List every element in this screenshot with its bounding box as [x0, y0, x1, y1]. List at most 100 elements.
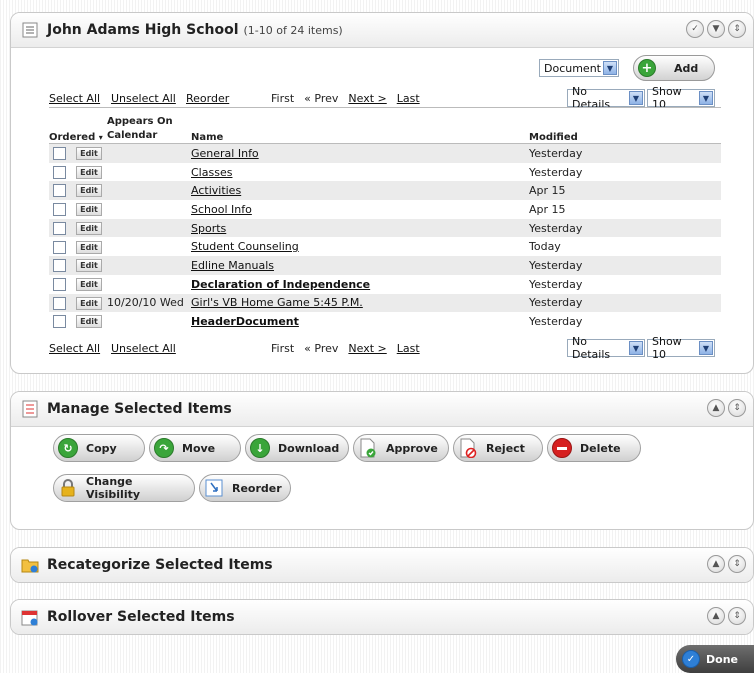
row-calendar: [107, 181, 191, 201]
edit-button[interactable]: Edit: [76, 277, 102, 291]
check-icon[interactable]: ✓: [686, 20, 704, 38]
row-calendar: [107, 163, 191, 182]
calendar-icon: [21, 608, 39, 626]
details-select-bottom[interactable]: No Details ▼: [567, 335, 645, 361]
table-row: Edit Sports Yesterday: [49, 218, 721, 238]
details-select[interactable]: No Details ▼: [567, 85, 645, 111]
edit-button[interactable]: Edit: [76, 147, 102, 161]
next-link-bottom[interactable]: Next >: [348, 342, 386, 355]
edit-button[interactable]: Edit: [76, 259, 102, 273]
item-link[interactable]: Girl's VB Home Game 5:45 P.M.: [191, 296, 363, 309]
copy-button[interactable]: ↻ Copy: [53, 434, 145, 462]
unselect-all-link-bottom[interactable]: Unselect All: [111, 342, 176, 355]
first-link[interactable]: First: [271, 92, 294, 105]
row-checkbox[interactable]: [53, 240, 66, 254]
manage-panel-header: Manage Selected Items ▲ ⇕: [11, 392, 753, 427]
delete-button[interactable]: Delete: [547, 434, 641, 462]
item-link[interactable]: Edline Manuals: [191, 259, 274, 272]
edit-button[interactable]: Edit: [76, 221, 102, 235]
arrow-up-icon[interactable]: ▲: [707, 607, 725, 625]
next-link[interactable]: Next >: [348, 92, 386, 105]
show-select[interactable]: Show 10 ▼: [647, 85, 715, 111]
collapse-icon[interactable]: ⇕: [728, 399, 746, 417]
table-row: Edit Classes Yesterday: [49, 163, 721, 182]
rollover-panel-header[interactable]: Rollover Selected Items ▲ ⇕: [11, 600, 753, 634]
items-panel: John Adams High School (1-10 of 24 items…: [10, 12, 754, 374]
show-value: Show 10: [652, 335, 682, 361]
row-modified: Yesterday: [529, 143, 721, 163]
first-link-bottom[interactable]: First: [271, 342, 294, 355]
row-checkbox[interactable]: [53, 277, 66, 291]
reorder-button[interactable]: Reorder: [199, 474, 291, 502]
row-checkbox[interactable]: [53, 147, 66, 161]
row-checkbox[interactable]: [53, 165, 66, 179]
edit-button[interactable]: Edit: [76, 165, 102, 179]
table-row: Edit 10/20/10 Wed Girl's VB Home Game 5:…: [49, 293, 721, 313]
collapse-icon[interactable]: ⇕: [728, 20, 746, 38]
approve-button[interactable]: Approve: [353, 434, 449, 462]
row-modified: Yesterday: [529, 277, 583, 291]
collapse-icon[interactable]: ⇕: [728, 607, 746, 625]
arrow-up-icon[interactable]: ▲: [707, 555, 725, 573]
collapse-icon[interactable]: ⇕: [728, 555, 746, 573]
folder-icon: [21, 556, 39, 574]
row-checkbox[interactable]: [53, 296, 66, 310]
copy-icon: ↻: [58, 438, 78, 458]
delete-icon: [552, 438, 572, 458]
last-link[interactable]: Last: [397, 92, 420, 105]
arrow-down-icon[interactable]: ▼: [707, 20, 725, 38]
list-icon: [21, 21, 39, 39]
prev-link[interactable]: « Prev: [304, 92, 338, 105]
move-button[interactable]: ↷ Move: [149, 434, 241, 462]
download-icon: ↓: [250, 438, 270, 458]
reject-button[interactable]: Reject: [453, 434, 543, 462]
table-row: Edit General Info Yesterday: [49, 143, 721, 163]
row-checkbox[interactable]: [53, 184, 66, 198]
table-row: Edit Declaration of Independence Yesterd…: [49, 275, 721, 294]
edit-button[interactable]: Edit: [76, 296, 102, 310]
edit-button[interactable]: Edit: [76, 184, 102, 198]
row-checkbox[interactable]: [53, 203, 66, 217]
reorder-link[interactable]: Reorder: [186, 92, 229, 105]
column-ordered[interactable]: Ordered ▾: [49, 109, 107, 144]
edit-button[interactable]: Edit: [76, 240, 102, 254]
row-checkbox[interactable]: [53, 221, 66, 235]
plus-icon: +: [638, 59, 656, 77]
move-label: Move: [182, 441, 216, 455]
page-title: John Adams High School: [47, 22, 239, 38]
row-checkbox[interactable]: [53, 259, 66, 273]
unselect-all-link[interactable]: Unselect All: [111, 92, 176, 105]
item-link[interactable]: Activities: [191, 184, 241, 197]
lock-icon: [58, 478, 78, 498]
item-link[interactable]: General Info: [191, 147, 259, 160]
approve-label: Approve: [386, 441, 438, 455]
row-calendar: [107, 200, 191, 219]
done-button[interactable]: ✓ Done: [676, 645, 754, 673]
item-link[interactable]: Classes: [191, 166, 232, 179]
change-visibility-button[interactable]: Change Visibility: [53, 474, 195, 502]
item-link[interactable]: School Info: [191, 203, 252, 216]
edit-button[interactable]: Edit: [76, 203, 102, 217]
add-type-select[interactable]: Document ▼: [539, 59, 619, 77]
item-link[interactable]: Sports: [191, 222, 226, 235]
row-checkbox[interactable]: [53, 315, 66, 329]
item-link[interactable]: HeaderDocument: [191, 315, 299, 328]
column-name: Name: [191, 109, 529, 144]
edit-button[interactable]: Edit: [76, 315, 102, 329]
item-link[interactable]: Student Counseling: [191, 240, 299, 253]
last-link-bottom[interactable]: Last: [397, 342, 420, 355]
item-link[interactable]: Declaration of Independence: [191, 278, 370, 291]
download-button[interactable]: ↓ Download: [245, 434, 349, 462]
row-calendar: [107, 143, 191, 163]
show-select-bottom[interactable]: Show 10 ▼: [647, 335, 715, 361]
manage-panel: Manage Selected Items ▲ ⇕ ↻ Copy ↷ Move …: [10, 391, 754, 530]
select-all-link[interactable]: Select All: [49, 92, 100, 105]
add-button[interactable]: + Add: [633, 55, 715, 81]
recategorize-panel-header[interactable]: Recategorize Selected Items ▲ ⇕: [11, 548, 753, 582]
dropdown-arrow-icon: ▼: [629, 91, 643, 105]
select-all-link-bottom[interactable]: Select All: [49, 342, 100, 355]
prev-link-bottom[interactable]: « Prev: [304, 342, 338, 355]
arrow-up-icon[interactable]: ▲: [707, 399, 725, 417]
dropdown-arrow-icon: ▼: [629, 341, 643, 355]
checklist-icon: [21, 400, 39, 418]
